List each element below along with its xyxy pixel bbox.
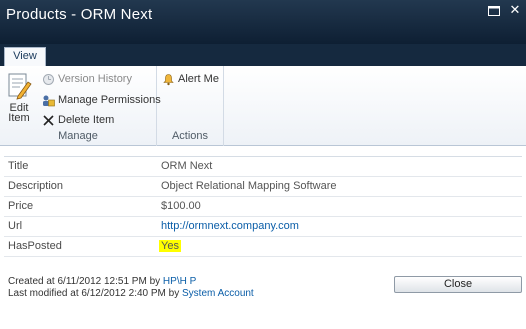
group-label-manage: Manage	[58, 130, 98, 142]
ribbon-group-manage: Edit Item Version History Manage Permiss…	[0, 66, 161, 146]
tab-view[interactable]: View	[4, 47, 46, 66]
edit-item-label: Edit Item	[8, 102, 30, 124]
modified-line: Last modified at 6/12/2012 2:40 PM by Sy…	[8, 288, 254, 300]
field-label: Title	[8, 160, 29, 172]
group-label-actions: Actions	[171, 130, 209, 142]
close-icon[interactable]: ✕	[508, 3, 522, 17]
field-row-title: Title ORM Next	[4, 157, 522, 177]
delete-item-button[interactable]: Delete Item	[42, 112, 114, 128]
ribbon-tabstrip: View	[0, 44, 526, 66]
alert-me-button[interactable]: Alert Me	[162, 71, 219, 87]
alert-bell-icon	[163, 73, 174, 85]
field-row-description: Description Object Relational Mapping So…	[4, 177, 522, 197]
field-label: Description	[8, 180, 64, 192]
created-text: Created at 6/11/2012 12:51 PM by	[8, 276, 161, 287]
url-link[interactable]: http://ormnext.company.com	[161, 220, 299, 232]
edit-item-icon	[8, 73, 32, 100]
restore-icon[interactable]	[487, 5, 501, 17]
field-value: Object Relational Mapping Software	[161, 180, 337, 192]
item-footer: Created at 6/11/2012 12:51 PM by HP\H P …	[8, 276, 254, 300]
field-value: $100.00	[161, 200, 201, 212]
field-label: Url	[8, 220, 23, 232]
field-row-price: Price $100.00	[4, 197, 522, 217]
version-history-icon	[43, 73, 54, 85]
delete-item-label: Delete Item	[58, 114, 115, 126]
manage-permissions-button[interactable]: Manage Permissions	[42, 92, 161, 108]
manage-permissions-label: Manage Permissions	[58, 94, 161, 106]
manage-permissions-icon	[43, 95, 55, 106]
alert-me-label: Alert Me	[178, 73, 219, 85]
edit-item-button[interactable]: Edit Item	[4, 72, 34, 128]
ribbon-group-actions: Alert Me Actions	[157, 66, 224, 146]
field-label: Price	[8, 200, 34, 212]
modified-by-link[interactable]: System Account	[182, 288, 254, 299]
item-details-table: Title ORM Next Description Object Relati…	[4, 156, 522, 257]
delete-icon	[43, 114, 54, 126]
field-value-highlighted: Yes	[159, 240, 181, 252]
modified-text: Last modified at 6/12/2012 2:40 PM by	[8, 288, 180, 299]
field-label: HasPosted	[8, 240, 62, 252]
dialog-titlebar: Products - ORM Next ✕	[0, 0, 526, 44]
dialog-title: Products - ORM Next	[6, 6, 153, 23]
field-value: ORM Next	[161, 160, 213, 172]
field-row-url: Url http://ormnext.company.com	[4, 217, 522, 237]
version-history-button[interactable]: Version History	[42, 71, 132, 87]
close-button[interactable]: Close	[394, 276, 522, 293]
created-by-link[interactable]: HP\H P	[163, 276, 196, 287]
field-row-hasposted: HasPosted Yes	[4, 237, 522, 257]
created-line: Created at 6/11/2012 12:51 PM by HP\H P	[8, 276, 254, 288]
version-history-label: Version History	[58, 73, 132, 85]
ribbon: Edit Item Version History Manage Permiss…	[0, 66, 526, 146]
